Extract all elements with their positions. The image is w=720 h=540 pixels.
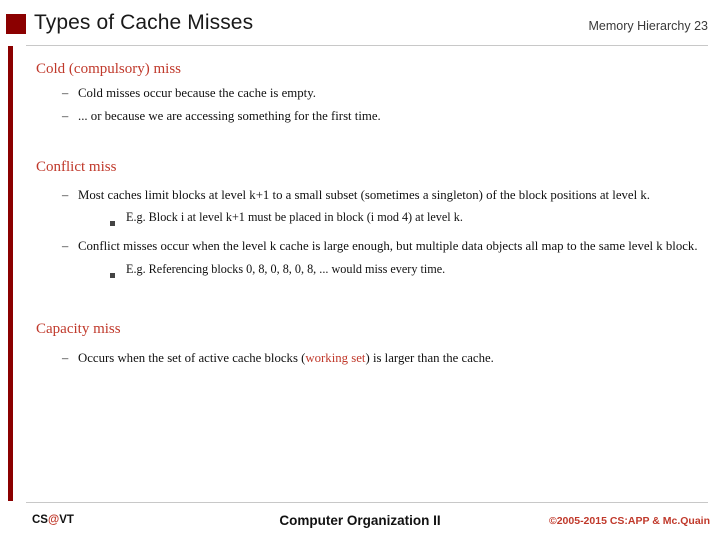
footer-divider bbox=[26, 502, 708, 503]
list-item-text: Occurs when the set of active cache bloc… bbox=[78, 350, 708, 366]
slide-body: Cold (compulsory) miss – Cold misses occ… bbox=[36, 56, 708, 366]
page-title: Types of Cache Misses bbox=[34, 11, 254, 34]
header-divider bbox=[26, 45, 708, 46]
section-heading-capacity: Capacity miss bbox=[36, 320, 121, 337]
capacity-text-after: ) is larger than the cache. bbox=[365, 350, 494, 365]
sub-list-item-text: E.g. Referencing blocks 0, 8, 0, 8, 0, 8… bbox=[126, 261, 446, 276]
slide-header: Types of Cache Misses Memory Hierarchy 2… bbox=[0, 0, 720, 46]
list-dash: – bbox=[62, 187, 69, 202]
list-item-text: Most caches limit blocks at level k+1 to… bbox=[78, 187, 650, 202]
list-item: – ... or because we are accessing someth… bbox=[36, 108, 708, 124]
list-dash: – bbox=[62, 239, 69, 254]
list-item: – Conflict misses occur when the level k… bbox=[36, 238, 708, 254]
list-item: – Cold misses occur because the cache is… bbox=[36, 85, 708, 101]
list-dash: – bbox=[62, 109, 69, 124]
list-dash: – bbox=[62, 86, 69, 100]
sub-list-item: E.g. Block i at level k+1 must be placed… bbox=[36, 210, 708, 231]
slide: Types of Cache Misses Memory Hierarchy 2… bbox=[0, 0, 720, 540]
list-dash: – bbox=[62, 350, 69, 365]
sub-list-item: E.g. Referencing blocks 0, 8, 0, 8, 0, 8… bbox=[36, 262, 708, 283]
list-item-text: Conflict misses occur when the level k c… bbox=[78, 239, 698, 254]
working-set-term: working set bbox=[305, 350, 366, 365]
list-item: – Most caches limit blocks at level k+1 … bbox=[36, 187, 708, 203]
slide-footer: CS@VT Computer Organization II ©2005-201… bbox=[0, 502, 720, 540]
list-item: – Occurs when the set of active cache bl… bbox=[36, 350, 708, 366]
section-heading-cold: Cold (compulsory) miss bbox=[36, 61, 181, 77]
list-item-text: Cold misses occur because the cache is e… bbox=[78, 86, 316, 100]
sub-list-item-text: E.g. Block i at level k+1 must be placed… bbox=[126, 210, 463, 225]
header-square-icon bbox=[6, 14, 26, 34]
square-bullet-icon bbox=[110, 262, 126, 283]
header-section-label: Memory Hierarchy 23 bbox=[588, 19, 708, 33]
footer-copyright: ©2005-2015 CS:APP & Mc.Quain bbox=[548, 515, 710, 527]
list-item-text: ... or because we are accessing somethin… bbox=[78, 109, 381, 124]
square-bullet-icon bbox=[110, 210, 126, 231]
left-accent-bar bbox=[8, 46, 13, 501]
section-heading-conflict: Conflict miss bbox=[36, 158, 117, 175]
capacity-text-before: Occurs when the set of active cache bloc… bbox=[78, 350, 306, 365]
